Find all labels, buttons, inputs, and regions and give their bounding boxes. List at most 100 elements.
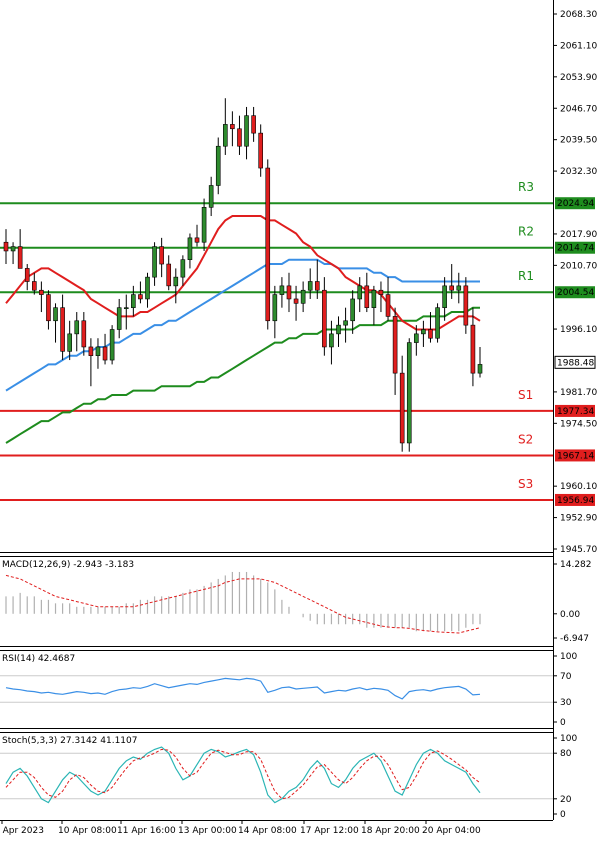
level-name-r2: R2 — [518, 225, 534, 239]
level-tag-value: 1967.14 — [557, 451, 594, 461]
price-tick-label: 2017.90 — [560, 230, 597, 240]
candle-body — [215, 145, 221, 186]
candle-body — [442, 285, 447, 308]
time-tick-label: 6 Apr 2023 — [0, 826, 44, 836]
stoch-d-line — [5, 748, 481, 800]
candle-body — [336, 324, 341, 335]
price-tick-label: 1952.90 — [560, 514, 597, 524]
candle-body — [258, 132, 263, 169]
rsi-tick-label: 30 — [560, 698, 572, 708]
candle-body — [237, 128, 242, 147]
macd-panel: MACD(12,26,9) -2.943 -3.183 14.282 0.00 -6.… — [2, 560, 592, 644]
candle-body — [3, 241, 9, 252]
candle-body — [428, 329, 433, 339]
candle-body — [414, 333, 419, 343]
candle-body — [166, 263, 172, 287]
level-tags: 2024.94 2014.74 2004.54 1977.34 1967.14 1956.… — [554, 197, 596, 506]
candle-body — [244, 115, 249, 147]
stoch-panel: Stoch(5,3,3) 27.3142 41.1107 100 80 20 0 — [0, 734, 577, 820]
candle-body — [24, 268, 30, 282]
price-tick-label: 1996.10 — [560, 325, 597, 335]
candle-body — [343, 320, 348, 326]
candle-body — [449, 285, 455, 291]
price-tick-label: 2046.70 — [560, 104, 597, 114]
candle-body — [406, 342, 412, 444]
candle-body — [173, 276, 179, 287]
level-name-s3: S3 — [518, 477, 533, 491]
candle-body — [60, 307, 65, 352]
stoch-label: Stoch(5,3,3) 27.3142 41.1107 — [2, 736, 137, 746]
level-tag-value: 2024.94 — [557, 199, 594, 209]
time-tick-label: 11 Apr 16:00 — [117, 826, 176, 836]
candle-body — [230, 124, 235, 130]
candle-body — [470, 324, 476, 374]
candle-body — [138, 294, 143, 300]
candle-body — [357, 285, 363, 300]
price-tick-label: 2039.50 — [560, 136, 597, 146]
candle-body — [293, 298, 299, 304]
candle-body — [88, 346, 94, 356]
level-name-r1: R1 — [518, 269, 534, 283]
stoch-tick-label: 80 — [560, 749, 572, 759]
candle-body — [159, 246, 164, 265]
candle-body — [123, 307, 129, 309]
candle-body — [329, 333, 334, 348]
current-price-value: 1988.48 — [557, 358, 594, 368]
time-tick-label: 14 Apr 08:00 — [238, 826, 297, 836]
level-name-r3: R3 — [518, 180, 534, 194]
candle-body — [223, 124, 228, 147]
candle-body — [286, 285, 292, 300]
price-tick-label: 2010.70 — [560, 261, 597, 271]
candle-body — [187, 237, 193, 260]
candle-body — [31, 281, 37, 291]
rsi-tick-label: 0 — [560, 718, 566, 728]
time-tick-label: 10 Apr 08:00 — [58, 826, 117, 836]
candle-body — [378, 289, 384, 295]
time-tick-label: 13 Apr 00:00 — [178, 826, 237, 836]
candle-body — [350, 298, 355, 322]
level-tag-value: 2014.74 — [557, 244, 594, 254]
candle-body — [208, 185, 214, 208]
price-tick-label: 2053.90 — [560, 73, 597, 83]
candle-body — [116, 307, 122, 330]
candle-body — [477, 364, 483, 374]
price-tick-label: 2068.30 — [560, 10, 597, 20]
price-tick-label: 2061.10 — [560, 41, 597, 51]
candle-body — [364, 285, 370, 308]
candle-body — [95, 346, 101, 356]
candle-body — [53, 307, 58, 322]
candle-body — [314, 281, 320, 291]
level-tag-value: 1956.94 — [557, 496, 594, 506]
rsi-tick-label: 70 — [560, 672, 572, 682]
candle-body — [279, 285, 285, 295]
level-name-s1: S1 — [518, 388, 533, 402]
candle-body — [131, 294, 136, 308]
candle-body — [39, 289, 44, 295]
candle-body — [194, 237, 200, 243]
macd-label: MACD(12,26,9) -2.943 -3.183 — [2, 560, 134, 570]
price-tick-label: 1960.10 — [560, 482, 597, 492]
candle-body — [74, 320, 80, 335]
candle-body — [272, 294, 278, 322]
stoch-k-line — [5, 746, 481, 804]
price-tick-label: 1974.50 — [560, 419, 597, 429]
candlesticks — [3, 98, 483, 452]
candle-body — [371, 289, 377, 308]
candle-body — [109, 329, 115, 361]
candle-body — [307, 281, 313, 291]
candle-body — [385, 294, 391, 317]
level-tag-value: 1977.34 — [557, 407, 594, 417]
candle-body — [399, 372, 405, 444]
candle-body — [145, 276, 150, 300]
time-tick-label: 18 Apr 20:00 — [361, 826, 420, 836]
stoch-tick-label: 100 — [560, 734, 577, 744]
price-tick-label: 1945.70 — [560, 545, 597, 555]
candle-body — [152, 246, 157, 278]
candle-body — [81, 320, 87, 348]
candle-body — [463, 285, 469, 326]
candle-body — [17, 246, 23, 269]
macd-tick-label: 0.00 — [560, 610, 580, 620]
candle-body — [392, 316, 398, 374]
candle-body — [421, 329, 426, 335]
time-tick-label: 17 Apr 12:00 — [300, 826, 359, 836]
